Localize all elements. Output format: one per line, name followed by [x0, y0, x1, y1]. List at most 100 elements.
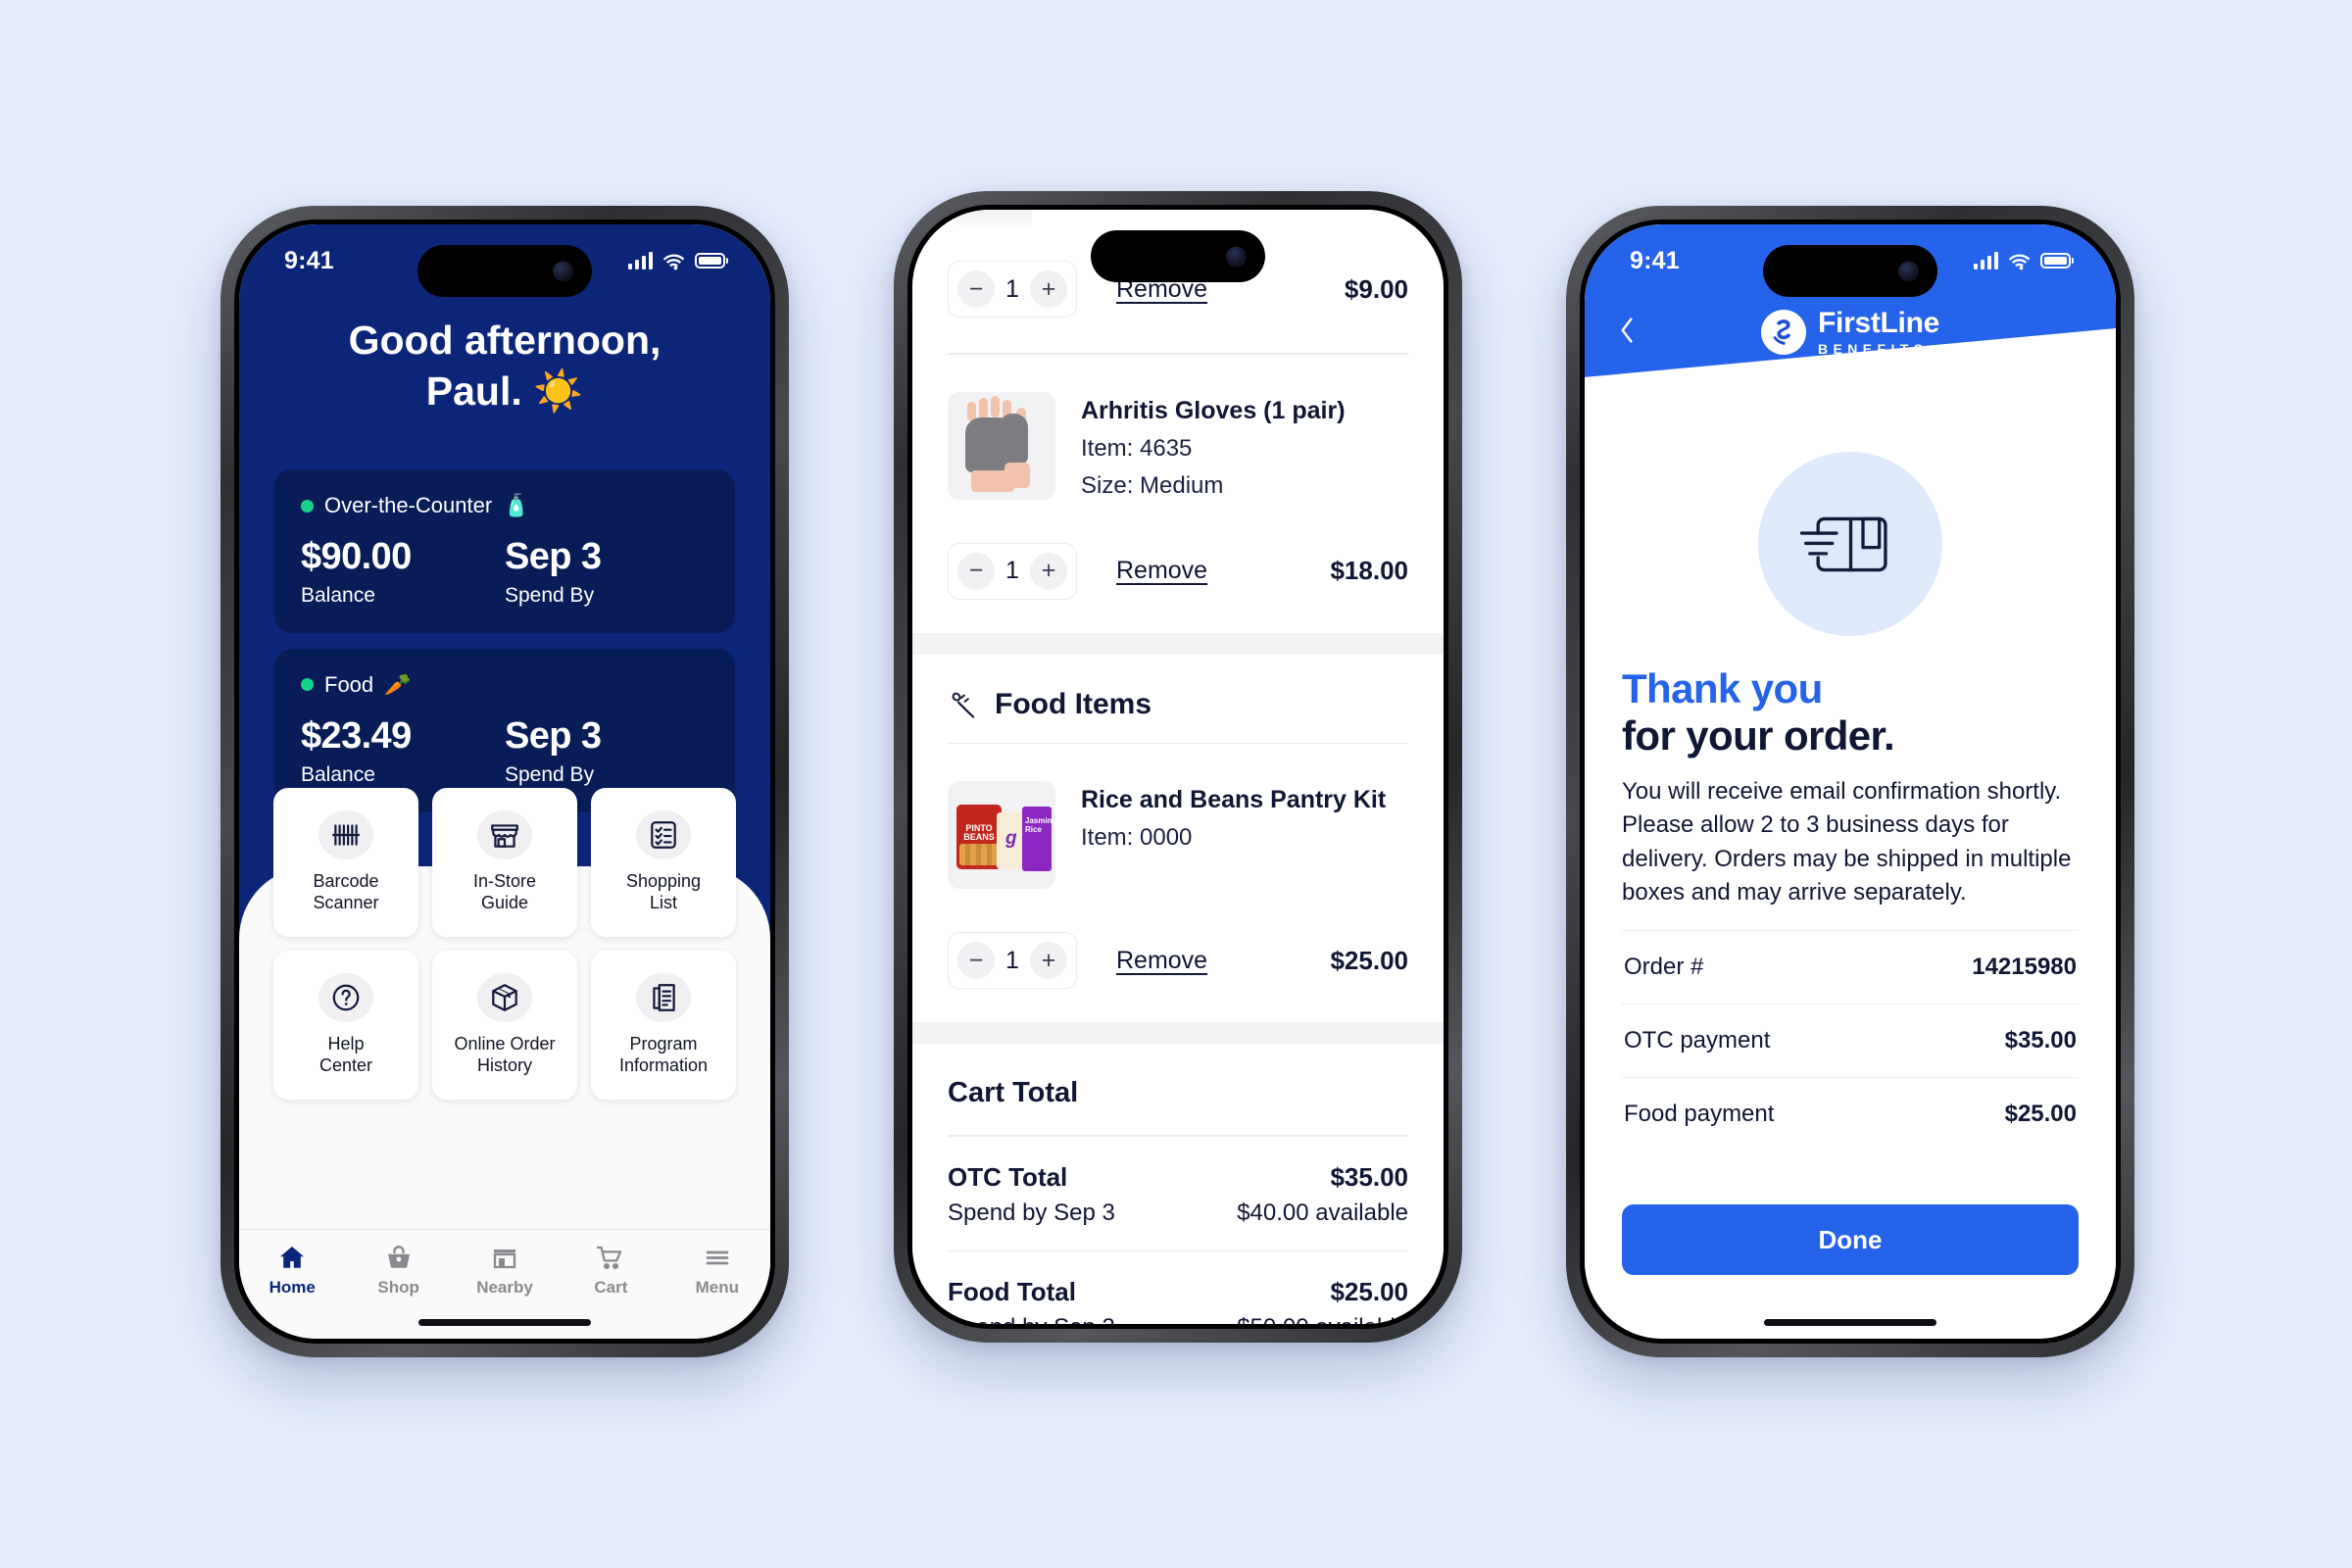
balance-caption: Balance [301, 762, 375, 786]
quick-action-grid: Barcode Scanner In-Store Guide Shopping … [273, 788, 736, 1100]
total-amount: $25.00 [1330, 1277, 1408, 1306]
tile-label-line2: Scanner [313, 893, 379, 912]
wifi-icon [662, 254, 685, 270]
remove-item-link[interactable]: Remove [1116, 557, 1207, 585]
phone-cart-screen: − 1 + Remove $9.00 Arhritis Gloves (1 pa… [894, 191, 1462, 1343]
product-size: Size: Medium [1081, 471, 1224, 499]
dynamic-island [1763, 245, 1937, 297]
tile-label-line1: Barcode [313, 871, 379, 892]
confirmation-background: 9:41 FirstLine BENEFITS Thank you for yo… [1585, 224, 2116, 1339]
decrease-quantity-button[interactable]: − [957, 270, 995, 308]
checklist-icon [636, 810, 691, 860]
spend-by-date: Sep 3 [505, 714, 602, 757]
quantity-value: 1 [1005, 946, 1019, 974]
product-title: Arhritis Gloves (1 pair) [1081, 396, 1346, 424]
heading-thank-you: Thank you [1622, 665, 1823, 711]
cart-background: − 1 + Remove $9.00 Arhritis Gloves (1 pa… [912, 210, 1444, 1324]
pinto-beans-can: PINTO BEANS [956, 805, 1002, 869]
tile-label: Shopping List [626, 871, 701, 914]
decrease-quantity-button[interactable]: − [957, 942, 995, 979]
status-dot [301, 678, 314, 692]
increase-quantity-button[interactable]: + [1030, 942, 1067, 979]
spend-by-block: Sep 3 Spend By [505, 536, 709, 608]
done-button[interactable]: Done [1622, 1204, 2079, 1275]
row-value: $35.00 [2004, 1027, 2077, 1054]
quantity-stepper[interactable]: − 1 + [948, 932, 1077, 989]
order-summary-row-food-payment: Food payment $25.00 [1622, 1077, 2079, 1151]
box-glyph [1799, 516, 1887, 571]
brand-wordmark: FirstLine BENEFITS [1818, 309, 1939, 357]
increase-quantity-button[interactable]: + [1030, 552, 1067, 590]
balance-amount-block: $90.00 Balance [301, 537, 505, 608]
cart-item-arthritis-gloves[interactable]: Arhritis Gloves (1 pair) Item: 4635 Size… [912, 355, 1444, 500]
balance-caption: Balance [301, 583, 375, 607]
product-details: Rice and Beans Pantry Kit Item: 0000 [1081, 781, 1386, 889]
tile-online-order-history[interactable]: Online Order History [432, 951, 577, 1100]
total-right: $35.00 $40.00 available [1237, 1162, 1408, 1227]
product-thumbnail [948, 391, 1055, 500]
tile-program-information[interactable]: Program Information [591, 951, 736, 1100]
tab-label: Shop [377, 1278, 419, 1297]
tab-label: Nearby [476, 1278, 533, 1297]
balance-card-food-header: Food 🥕 [301, 672, 709, 698]
dynamic-island [417, 245, 592, 297]
greeting-line-2: Paul. [425, 368, 522, 415]
home-icon [280, 1247, 305, 1268]
balance-amount: $23.49 [301, 714, 412, 757]
carrot-icon: 🥕 [384, 671, 412, 697]
cart-item-rice-beans-kit[interactable]: PINTO BEANS g Jasmine Rice Rice and Beans … [912, 744, 1444, 889]
jasmine-rice-box: Jasmine Rice [1022, 807, 1055, 871]
spend-by-date: Sep 3 [505, 536, 602, 577]
pantry-kit-image: PINTO BEANS g Jasmine Rice [948, 781, 1055, 889]
food-items-section-header: Food Items [912, 655, 1444, 743]
row-label: OTC payment [1624, 1027, 1771, 1054]
total-available: $40.00 available [1237, 1199, 1408, 1226]
document-icon [636, 973, 691, 1023]
tile-barcode-scanner[interactable]: Barcode Scanner [273, 788, 418, 937]
item-price: $18.00 [1330, 556, 1408, 585]
tab-cart[interactable]: Cart [558, 1243, 663, 1298]
remove-item-link[interactable]: Remove [1116, 947, 1207, 975]
increase-quantity-button[interactable]: + [1030, 270, 1067, 308]
balance-cards: Over-the-Counter 🧴 $90.00 Balance Sep 3 … [274, 469, 735, 828]
tab-nearby[interactable]: Nearby [452, 1243, 558, 1298]
quantity-stepper[interactable]: − 1 + [948, 542, 1077, 600]
tab-menu[interactable]: Menu [664, 1243, 770, 1298]
tab-shop[interactable]: Shop [345, 1243, 451, 1298]
balance-amount-block: $23.49 Balance [301, 714, 505, 787]
brand-logo: FirstLine BENEFITS [1761, 309, 1939, 356]
cart-scroll-area[interactable]: − 1 + Remove $9.00 Arhritis Gloves (1 pa… [912, 210, 1444, 1324]
status-dot [301, 499, 314, 513]
tile-shopping-list[interactable]: Shopping List [591, 788, 736, 937]
spend-by-caption: Spend By [505, 762, 595, 786]
tab-home[interactable]: Home [239, 1243, 345, 1298]
gloves-image [948, 392, 1055, 500]
bottle-cap [956, 210, 1032, 227]
logo-glyph [1765, 314, 1802, 351]
tile-label: In-Store Guide [473, 871, 536, 914]
barcode-icon [318, 810, 373, 860]
tile-label-line1: Help [327, 1034, 365, 1054]
quantity-stepper[interactable]: − 1 + [948, 261, 1077, 318]
tile-label-line1: In-Store [472, 871, 537, 892]
section-gap-band [912, 1022, 1444, 1044]
home-indicator [1764, 1319, 1936, 1326]
tile-label-line2: Guide [480, 893, 529, 912]
tile-in-store-guide[interactable]: In-Store Guide [432, 788, 577, 937]
section-gap-band [912, 632, 1444, 655]
total-label: OTC Total [948, 1161, 1068, 1192]
cart-total-row-otc: OTC Total Spend by Sep 3 $35.00 $40.00 a… [912, 1137, 1444, 1250]
back-button[interactable] [1618, 315, 1637, 352]
order-summary-row-order-number: Order # 14215980 [1622, 930, 2079, 1004]
decrease-quantity-button[interactable]: − [957, 552, 995, 590]
greeting-heading: Good afternoon, Paul. ☀️ [239, 315, 770, 416]
phone-bezel: 9:41 Good afternoon, Paul. ☀️ Over-the-C… [234, 220, 775, 1344]
cart-total-heading: Cart Total [948, 1077, 1079, 1108]
tile-label-line2: Center [318, 1055, 373, 1075]
balance-card-otc[interactable]: Over-the-Counter 🧴 $90.00 Balance Sep 3 … [274, 469, 735, 633]
tile-help-center[interactable]: Help Center [273, 951, 418, 1100]
tile-label: Barcode Scanner [313, 871, 378, 914]
cart-icon [597, 1246, 622, 1270]
tab-label: Home [269, 1278, 316, 1297]
tile-label: Help Center [319, 1034, 372, 1077]
